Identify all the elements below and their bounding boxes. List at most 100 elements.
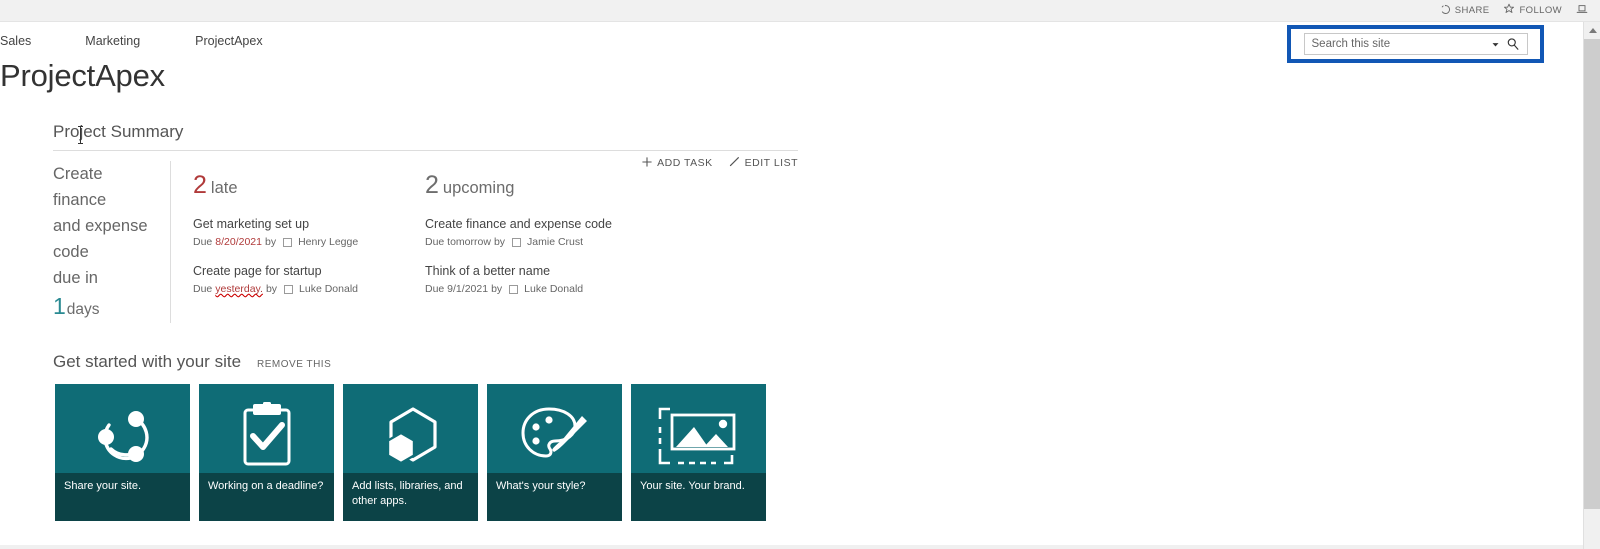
upcoming-tasks-column: 2 upcoming Create finance and expense cod… [425,171,665,310]
summary-line-2: and expense [53,217,148,235]
upcoming-count: 2 [425,171,439,199]
add-task-button[interactable]: ADD TASK [642,156,713,170]
task-due-value: yesterday. [215,283,263,295]
follow-button[interactable]: FOLLOW [1503,3,1562,18]
page-title: ProjectApex [0,58,165,93]
summary-days-count: 1 [53,293,66,319]
task-meta: Due 9/1/2021 by Luke Donald [425,282,665,297]
tile-label: Working on a deadline? [208,480,324,492]
nav-item-sales[interactable]: Sales [0,34,53,48]
tile-footer: Share your site. [55,473,190,521]
summary-left-column: Create finance and expense code due in 1… [53,161,171,323]
search-input[interactable] [1311,38,1489,50]
task-assignee-checkbox[interactable] [509,285,519,294]
tile-label: Your site. Your brand. [640,480,745,492]
task-meta: Due yesterday. by Luke Donald [193,282,413,297]
text-cursor [78,126,83,144]
task-title[interactable]: Think of a better name [425,263,665,280]
tile-whats-your-style[interactable]: What's your style? [487,384,622,521]
task-assignee-checkbox[interactable] [284,285,294,294]
task-item: Create finance and expense code Due tomo… [425,216,665,250]
tile-your-site-your-brand[interactable]: Your site. Your brand. [631,384,766,521]
page-root: SHARE FOLLOW Search this site Sales Mark… [0,0,1600,549]
follow-label: FOLLOW [1519,5,1562,17]
focus-on-content-button[interactable] [1576,3,1592,18]
edit-list-label: EDIT LIST [744,157,798,169]
chevron-down-icon[interactable] [1489,40,1503,49]
pencil-icon [729,156,740,170]
task-assignee-checkbox[interactable] [512,238,522,247]
tile-footer: Your site. Your brand. [631,473,766,521]
scroll-up-button[interactable] [1584,22,1600,39]
late-count-header: 2 late [193,171,413,203]
tile-footer: Add lists, libraries, and other apps. [343,473,478,521]
vertical-scrollbar[interactable] [1583,22,1600,549]
project-summary-heading: Project Summary [53,122,184,141]
task-due-prefix: Due 9/1/2021 [425,283,489,295]
summary-line-1: Create finance [53,165,107,209]
summary-line-3: code [53,243,89,261]
task-due-prefix: Due tomorrow [425,236,491,248]
suite-bar: SHARE FOLLOW [0,0,1600,22]
tile-label: What's your style? [496,480,586,492]
task-assignee[interactable]: Jamie Crust [527,235,583,250]
task-by-label: by [493,236,506,248]
search-box[interactable] [1303,33,1528,55]
magnifier-icon[interactable] [1503,37,1523,51]
top-navigation: Sales Marketing ProjectApex [0,34,285,48]
task-meta: Due tomorrow by Jamie Crust [425,235,665,250]
task-title[interactable]: Get marketing set up [193,216,413,233]
task-title[interactable]: Create finance and expense code [425,216,665,233]
project-summary-panel: ADD TASK EDIT LIST Create finance and ex… [53,150,798,335]
search-box-focus-ring [1287,25,1544,63]
summary-line-4: due in [53,269,98,287]
upcoming-count-header: 2 upcoming [425,171,665,203]
nav-item-marketing[interactable]: Marketing [85,34,162,48]
late-tasks-column: 2 late Get marketing set up Due 8/20/2021… [193,171,413,310]
remove-this-button[interactable]: REMOVE THIS [257,359,331,370]
task-due-prefix: Due [193,236,213,248]
task-due-prefix: Due [193,283,213,295]
task-assignee[interactable]: Henry Legge [298,235,358,250]
get-started-tiles: Share your site. Working on a deadline? [55,384,766,521]
tile-footer: Working on a deadline? [199,473,334,521]
horizontal-scrollbar[interactable] [0,545,1583,549]
share-button[interactable]: SHARE [1440,4,1490,18]
edit-list-button[interactable]: EDIT LIST [729,156,798,170]
tile-add-lists-libraries-apps[interactable]: Add lists, libraries, and other apps. [343,384,478,521]
focus-on-content-icon [1576,3,1588,18]
late-count: 2 [193,171,207,199]
tile-footer: What's your style? [487,473,622,521]
star-icon [1503,3,1515,18]
task-meta: Due 8/20/2021 by Henry Legge [193,235,413,250]
task-due-value: 8/20/2021 [215,236,262,248]
summary-days-unit: days [66,301,100,318]
task-assignee[interactable]: Luke Donald [299,282,358,297]
task-by-label: by [265,283,278,295]
get-started-title: Get started with your site [53,352,242,371]
arrow-up-icon [1588,28,1597,33]
upcoming-word: upcoming [442,179,515,197]
late-word: late [210,179,238,197]
task-item: Get marketing set up Due 8/20/2021 by He… [193,216,413,250]
summary-days: 1days [53,293,160,323]
task-title[interactable]: Create page for startup [193,263,413,280]
tile-label: Add lists, libraries, and other apps. [352,480,463,507]
plus-icon [642,156,652,170]
task-item: Think of a better name Due 9/1/2021 by L… [425,263,665,297]
tile-share-your-site[interactable]: Share your site. [55,384,190,521]
tile-working-on-a-deadline[interactable]: Working on a deadline? [199,384,334,521]
share-icon [1440,4,1451,18]
add-task-label: ADD TASK [657,157,713,169]
vertical-scrollbar-thumb[interactable] [1584,39,1600,509]
tile-label: Share your site. [64,480,142,492]
task-by-label: by [491,283,503,295]
get-started-header: Get started with your site REMOVE THIS [53,352,331,372]
task-assignee-checkbox[interactable] [283,238,293,247]
task-assignee[interactable]: Luke Donald [524,282,583,297]
project-summary-toolbar: ADD TASK EDIT LIST [642,156,798,170]
task-by-label: by [264,236,277,248]
nav-item-projectapex[interactable]: ProjectApex [195,34,284,48]
task-item: Create page for startup Due yesterday. b… [193,263,413,297]
share-label: SHARE [1454,5,1490,17]
